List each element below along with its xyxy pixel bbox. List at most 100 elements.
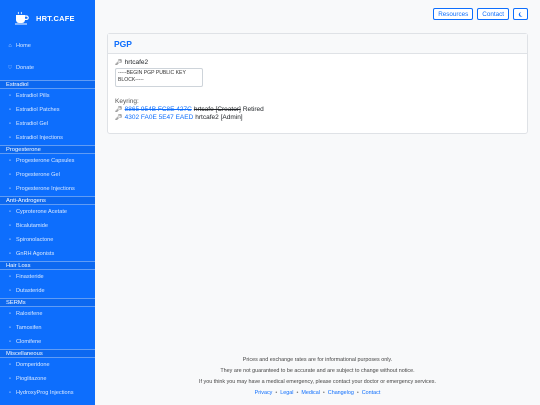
footer-link-legal[interactable]: Legal (280, 388, 293, 399)
sidebar-item-donate[interactable]: ♡ Donate (0, 61, 95, 75)
medication-icon: ▫ (9, 251, 11, 257)
sidebar-item-label: Home (16, 43, 31, 49)
footer-links: Privacy • Legal • Medical • Changelog • Contact (95, 388, 540, 399)
sidebar-item-label: Clomifene (16, 339, 42, 345)
sidebar-item-dutasteride[interactable]: ▫ Dutasteride (0, 284, 95, 298)
sidebar-item-finasteride[interactable]: ▫ Finasteride (0, 270, 95, 284)
medication-icon: ▫ (9, 237, 11, 243)
separator: • (356, 390, 359, 396)
sidebar-section-estradiol: Estradiol (0, 80, 95, 89)
sidebar-item-hydroxyprog-injections[interactable]: ▫ HydroxyProg Injections (0, 386, 95, 400)
medication-icon: ▫ (9, 288, 11, 294)
sidebar-item-bicalutamide[interactable]: ▫ Bicalutamide (0, 219, 95, 233)
footer-link-changelog[interactable]: Changelog (328, 388, 354, 399)
sidebar-item-label: Finasteride (16, 274, 44, 280)
contact-button[interactable]: Contact (477, 8, 509, 20)
medication-icon: ▫ (9, 107, 11, 113)
sidebar-item-label: Estradiol Gel (16, 121, 49, 127)
sidebar-item-progesterone-gel[interactable]: ▫ Progesterone Gel (0, 168, 95, 182)
card-title: PGP (108, 34, 527, 54)
sidebar-item-label: HydroxyProg Injections (16, 390, 74, 396)
sidebar-item-estradiol-pills[interactable]: ▫ Estradiol Pills (0, 89, 95, 103)
sidebar-item-estradiol-injections[interactable]: ▫ Estradiol Injections (0, 131, 95, 145)
medication-icon: ▫ (9, 93, 11, 99)
public-key-textarea[interactable]: -----BEGIN PGP PUBLIC KEY BLOCK----- (115, 68, 203, 87)
sidebar-section-progesterone: Progesterone (0, 145, 95, 154)
sidebar-item-label: GnRH Agonists (16, 251, 55, 257)
key-owner: hrtcafe2 [Admin] (195, 114, 243, 121)
key-name: hrtcafe2 (124, 59, 149, 66)
sidebar-item-tamoxifen[interactable]: ▫ Tamoxifen (0, 321, 95, 335)
sidebar-item-gnrh-agonists[interactable]: ▫ GnRH Agonists (0, 247, 95, 261)
sidebar-item-estradiol-patches[interactable]: ▫ Estradiol Patches (0, 103, 95, 117)
sidebar-item-label: Domperidone (16, 362, 50, 368)
sidebar-item-label: Bicalutamide (16, 223, 49, 229)
medication-icon: ▫ (9, 376, 11, 382)
sidebar-item-cyproterone-acetate[interactable]: ▫ Cyproterone Acetate (0, 205, 95, 219)
card-body: 🔑︎ hrtcafe2 -----BEGIN PGP PUBLIC KEY BL… (108, 54, 527, 126)
sidebar-section-serms: SERMs (0, 298, 95, 307)
key-icon: 🔑︎ (115, 115, 123, 121)
sidebar-section-anti-androgens: Anti-Androgens (0, 196, 95, 205)
theme-toggle-button[interactable] (513, 8, 528, 20)
medication-icon: ▫ (9, 172, 11, 178)
sidebar-item-label: Dutasteride (16, 288, 45, 294)
sidebar-section-miscellaneous: Miscellaneous (0, 349, 95, 358)
sidebar-item-label: Tamoxifen (16, 325, 42, 331)
sidebar-item-clomifene[interactable]: ▫ Clomifene (0, 335, 95, 349)
medication-icon: ▫ (9, 325, 11, 331)
sidebar-item-home[interactable]: ⌂ Home (0, 39, 95, 53)
sidebar-item-progesterone-injections[interactable]: ▫ Progesterone Injections (0, 182, 95, 196)
home-icon: ⌂ (8, 43, 12, 49)
moon-icon (518, 11, 523, 17)
sidebar-item-label: Spironolactone (16, 237, 54, 243)
medication-icon: ▫ (9, 158, 11, 164)
footer-disclaimer-3: If you think you may have a medical emer… (199, 379, 436, 385)
footer: Prices and exchange rates are for inform… (95, 355, 540, 399)
sidebar-nav: ⌂ Home ♡ Donate Estradiol ▫ Estradiol Pills ▫ Es… (0, 39, 95, 400)
footer-link-contact[interactable]: Contact (362, 388, 381, 399)
brand-name: HRT.CAFE (36, 13, 75, 23)
keyring-entry: 🔑︎ 8865 954B FC8E 427C hrtcafe [Creator] Re… (115, 106, 520, 113)
top-nav: Resources Contact (433, 8, 528, 20)
coffee-cup-icon (15, 11, 29, 25)
medication-icon: ▫ (9, 209, 11, 215)
sidebar-item-label: Donate (16, 65, 35, 71)
footer-link-privacy[interactable]: Privacy (255, 388, 273, 399)
footer-disclaimer-1: Prices and exchange rates are for inform… (242, 357, 393, 363)
key-icon: 🔑︎ (115, 107, 123, 113)
pgp-card: PGP 🔑︎ hrtcafe2 -----BEGIN PGP PUBLIC KE… (107, 33, 528, 134)
sidebar-item-label: Cyproterone Acetate (16, 209, 67, 215)
resources-button[interactable]: Resources (433, 8, 474, 20)
sidebar-item-label: Pioglitazone (16, 376, 47, 382)
sidebar-item-spironolactone[interactable]: ▫ Spironolactone (0, 233, 95, 247)
sidebar-item-label: Raloxifene (16, 311, 43, 317)
key-status: Retired (242, 106, 264, 113)
medication-icon: ▫ (9, 390, 11, 396)
medication-icon: ▫ (9, 121, 11, 127)
key-fingerprint-link[interactable]: 4302 FA0E 5E47 EAED (125, 114, 194, 121)
medication-icon: ▫ (9, 311, 11, 317)
sidebar-item-domperidone[interactable]: ▫ Domperidone (0, 358, 95, 372)
sidebar-item-label: Estradiol Pills (16, 93, 50, 99)
sidebar-item-label: Estradiol Patches (16, 107, 60, 113)
keyring-list: 🔑︎ 8865 954B FC8E 427C hrtcafe [Creator] Re… (115, 106, 520, 121)
brand[interactable]: HRT.CAFE (0, 0, 95, 36)
separator: • (322, 390, 325, 396)
footer-link-medical[interactable]: Medical (301, 388, 320, 399)
sidebar: HRT.CAFE ⌂ Home ♡ Donate Estradiol ▫ Estradiol… (0, 0, 95, 405)
sidebar-item-raloxifene[interactable]: ▫ Raloxifene (0, 307, 95, 321)
key-icon: 🔑︎ (115, 60, 123, 66)
sidebar-item-pioglitazone[interactable]: ▫ Pioglitazone (0, 372, 95, 386)
sidebar-item-progesterone-capsules[interactable]: ▫ Progesterone Capsules (0, 154, 95, 168)
sidebar-item-label: Progesterone Capsules (16, 158, 75, 164)
key-name-row: 🔑︎ hrtcafe2 (115, 59, 520, 66)
key-fingerprint-link[interactable]: 8865 954B FC8E 427C (125, 106, 192, 113)
sidebar-item-estradiol-gel[interactable]: ▫ Estradiol Gel (0, 117, 95, 131)
footer-disclaimer-2: They are not guaranteed to be accurate a… (220, 368, 415, 374)
medication-icon: ▫ (9, 186, 11, 192)
keyring-entry: 🔑︎ 4302 FA0E 5E47 EAED hrtcafe2 [Admin] (115, 114, 520, 121)
sidebar-item-label: Progesterone Gel (16, 172, 60, 178)
keyring-label: Keyring: (115, 98, 139, 105)
sidebar-section-hair-loss: Hair Loss (0, 261, 95, 270)
